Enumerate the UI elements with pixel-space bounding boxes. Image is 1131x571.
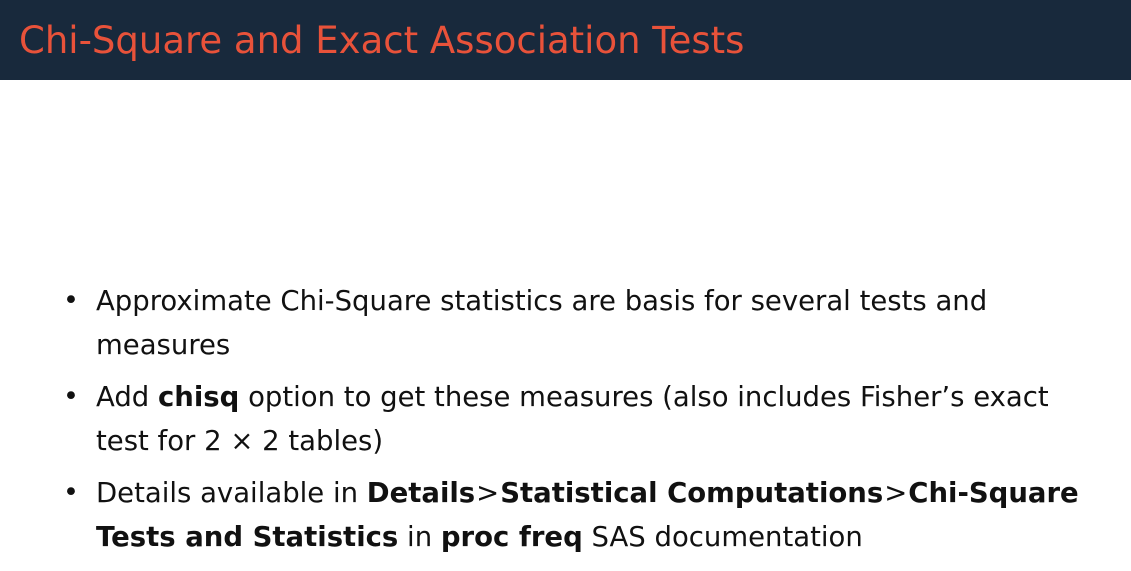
bullet-icon: • bbox=[63, 381, 79, 412]
bullet-text-prefix: Details available in bbox=[96, 477, 367, 509]
bullet-text-prefix: Add bbox=[96, 381, 158, 413]
slide-header: Chi-Square and Exact Association Tests bbox=[0, 0, 1131, 80]
bullet-text: Approximate Chi-Square statistics are ba… bbox=[96, 285, 988, 361]
bullet-icon: • bbox=[63, 285, 79, 316]
bullet-item-chisq-option: • Add chisq option to get these measures… bbox=[0, 375, 1106, 463]
documentation-path-statistical-computations: Statistical Computations bbox=[500, 477, 884, 509]
bullet-item-chi-square-basis: • Approximate Chi-Square statistics are … bbox=[0, 279, 1106, 367]
path-separator: > bbox=[884, 477, 908, 509]
bullet-text-suffix: option to get these measures (also inclu… bbox=[96, 381, 1049, 457]
bullet-text-middle: in bbox=[398, 521, 441, 553]
path-separator: > bbox=[476, 477, 500, 509]
chisq-keyword: chisq bbox=[157, 381, 240, 413]
bullet-list: • Approximate Chi-Square statistics are … bbox=[0, 279, 1131, 567]
bullet-text-suffix: SAS documentation bbox=[582, 521, 863, 553]
proc-freq-keyword: proc freq bbox=[440, 521, 583, 553]
documentation-path-details: Details bbox=[366, 477, 476, 509]
bullet-item-documentation: • Details available in Details>Statistic… bbox=[0, 471, 1106, 559]
slide-title: Chi-Square and Exact Association Tests bbox=[19, 19, 745, 62]
bullet-icon: • bbox=[63, 477, 79, 508]
